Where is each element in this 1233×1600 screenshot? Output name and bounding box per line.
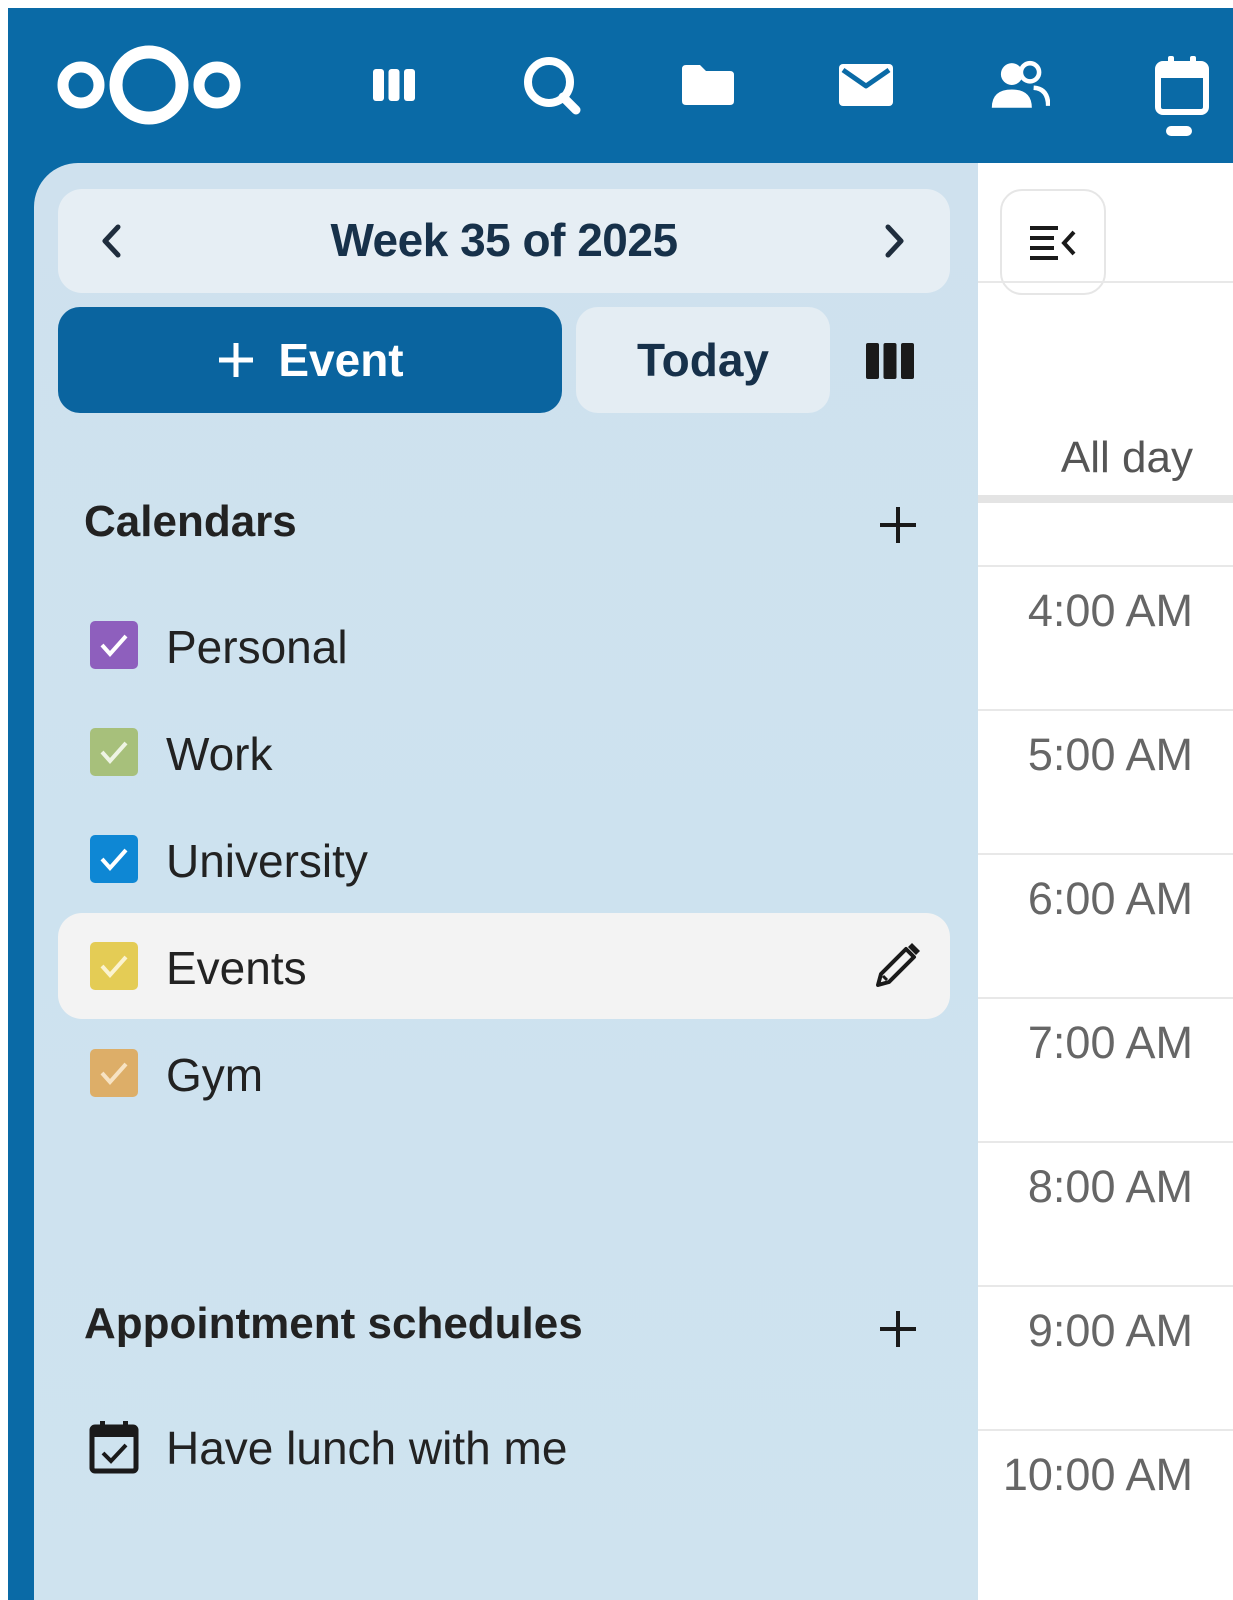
plus-icon bbox=[219, 343, 254, 377]
hour-line bbox=[978, 997, 1233, 999]
today-button[interactable]: Today bbox=[576, 307, 830, 413]
toggle-navigation-button[interactable] bbox=[1000, 189, 1106, 295]
time-label: 7:00 AM bbox=[1027, 1017, 1193, 1068]
new-event-button[interactable]: Event bbox=[58, 307, 562, 413]
mail-icon[interactable] bbox=[836, 50, 896, 120]
calendar-label: Events bbox=[166, 942, 307, 994]
calendar-label: Personal bbox=[166, 621, 348, 673]
app-navigation: Week 35 of 2025 Event Today Calendars Pe… bbox=[34, 163, 978, 1600]
new-event-label: Event bbox=[278, 334, 404, 386]
plus-icon bbox=[880, 1311, 916, 1347]
view-switcher-button[interactable] bbox=[860, 333, 920, 389]
time-label: 6:00 AM bbox=[1027, 873, 1193, 924]
calendar-label: University bbox=[166, 835, 368, 887]
calendar-item-events[interactable]: Events bbox=[58, 913, 950, 1019]
time-label: 9:00 AM bbox=[1027, 1305, 1193, 1356]
app-window: Week 35 of 2025 Event Today Calendars Pe… bbox=[8, 8, 1233, 1600]
all-day-label: All day bbox=[1060, 433, 1193, 482]
search-icon[interactable] bbox=[522, 50, 582, 120]
hour-line bbox=[978, 853, 1233, 855]
time-label: 10:00 AM bbox=[1002, 1449, 1193, 1500]
chevron-right-icon bbox=[885, 224, 904, 258]
calendar-item-university[interactable]: University bbox=[58, 806, 950, 912]
hour-line bbox=[978, 1141, 1233, 1143]
contacts-icon[interactable] bbox=[990, 50, 1050, 120]
check-icon bbox=[100, 955, 128, 979]
hour-line bbox=[978, 565, 1233, 567]
calendar-view: All day 4:00 AM 5:00 AM 6:00 AM 7:00 AM … bbox=[978, 163, 1233, 1600]
hour-line bbox=[978, 1429, 1233, 1431]
pencil-icon bbox=[876, 943, 920, 987]
calendar-label: Gym bbox=[166, 1049, 264, 1101]
hour-line bbox=[978, 709, 1233, 711]
appointment-schedule-label: Have lunch with me bbox=[166, 1422, 568, 1474]
dashboard-icon[interactable] bbox=[364, 50, 424, 120]
check-icon bbox=[100, 848, 128, 872]
time-label: 4:00 AM bbox=[1027, 585, 1193, 636]
nextcloud-logo[interactable] bbox=[54, 40, 244, 130]
date-picker-title[interactable]: Week 35 of 2025 bbox=[58, 213, 950, 267]
files-icon[interactable] bbox=[678, 50, 738, 120]
calendar-check-icon bbox=[89, 1421, 139, 1474]
divider bbox=[978, 281, 1233, 283]
check-icon bbox=[100, 741, 128, 765]
next-week-button[interactable] bbox=[870, 216, 920, 266]
time-label: 8:00 AM bbox=[1027, 1161, 1193, 1212]
view-columns-icon bbox=[866, 343, 914, 379]
calendar-item-gym[interactable]: Gym bbox=[58, 1020, 950, 1126]
menu-collapse-icon bbox=[1030, 226, 1076, 260]
calendar-checkbox[interactable] bbox=[90, 728, 138, 776]
all-day-divider bbox=[978, 495, 1233, 503]
calendar-checkbox[interactable] bbox=[90, 1049, 138, 1097]
appointment-schedules-heading: Appointment schedules bbox=[84, 1299, 583, 1348]
calendar-checkbox[interactable] bbox=[90, 942, 138, 990]
calendar-label: Work bbox=[166, 728, 273, 780]
add-appointment-schedule-button[interactable] bbox=[872, 1303, 924, 1355]
check-icon bbox=[100, 634, 128, 658]
calendar-checkbox[interactable] bbox=[90, 835, 138, 883]
calendar-icon[interactable] bbox=[1152, 50, 1212, 120]
hour-line bbox=[978, 1285, 1233, 1287]
time-label: 5:00 AM bbox=[1027, 729, 1193, 780]
calendar-item-personal[interactable]: Personal bbox=[58, 592, 950, 698]
check-icon bbox=[100, 1062, 128, 1086]
add-calendar-button[interactable] bbox=[872, 499, 924, 551]
plus-icon bbox=[880, 507, 916, 543]
header-bar bbox=[8, 8, 1233, 163]
appointment-schedule-item[interactable]: Have lunch with me bbox=[58, 1393, 950, 1499]
calendar-item-work[interactable]: Work bbox=[58, 699, 950, 805]
date-picker: Week 35 of 2025 bbox=[58, 189, 950, 293]
calendar-checkbox[interactable] bbox=[90, 621, 138, 669]
active-app-indicator bbox=[1166, 126, 1192, 136]
calendars-heading: Calendars bbox=[84, 497, 297, 546]
edit-calendar-button[interactable] bbox=[870, 939, 924, 993]
